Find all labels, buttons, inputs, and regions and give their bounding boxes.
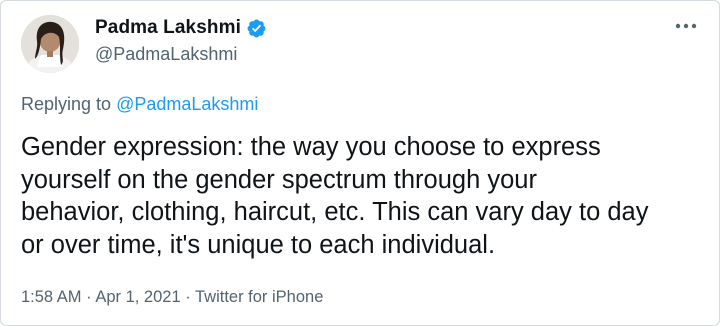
tweet-text: Gender expression: the way you choose to… xyxy=(21,131,681,261)
tweet-time-link[interactable]: 1:58 AM xyxy=(21,288,82,306)
tweet-text-line: or over time, it's unique to each indivi… xyxy=(21,230,496,259)
avatar[interactable] xyxy=(21,15,79,73)
replying-to: Replying to @PadmaLakshmi xyxy=(21,94,258,115)
user-handle[interactable]: @PadmaLakshmi xyxy=(95,44,237,65)
tweet-date-link[interactable]: Apr 1, 2021 xyxy=(95,288,180,306)
meta-separator: · xyxy=(81,288,96,306)
replying-to-label: Replying to xyxy=(21,94,117,114)
verified-badge-icon xyxy=(246,18,267,39)
tweet-text-line: behavior, clothing, haircut, etc. This c… xyxy=(21,198,649,226)
tweet-text-line: Gender expression: the way you choose to… xyxy=(21,133,601,161)
more-options-icon[interactable] xyxy=(673,15,699,37)
tweet-metadata: 1:58 AM · Apr 1, 2021 · Twitter for iPho… xyxy=(21,288,323,307)
reply-mention-link[interactable]: @PadmaLakshmi xyxy=(116,94,258,114)
tweet-source-link[interactable]: Twitter for iPhone xyxy=(195,288,323,306)
display-name[interactable]: Padma Lakshmi xyxy=(95,17,241,39)
tweet-text-line: yourself on the gender spectrum through … xyxy=(21,165,537,194)
author-name-row: Padma Lakshmi xyxy=(95,17,267,39)
profile-photo xyxy=(21,15,79,73)
meta-separator: · xyxy=(180,288,195,306)
tweet-card: Padma Lakshmi @PadmaLakshmi Replying to … xyxy=(0,0,720,326)
